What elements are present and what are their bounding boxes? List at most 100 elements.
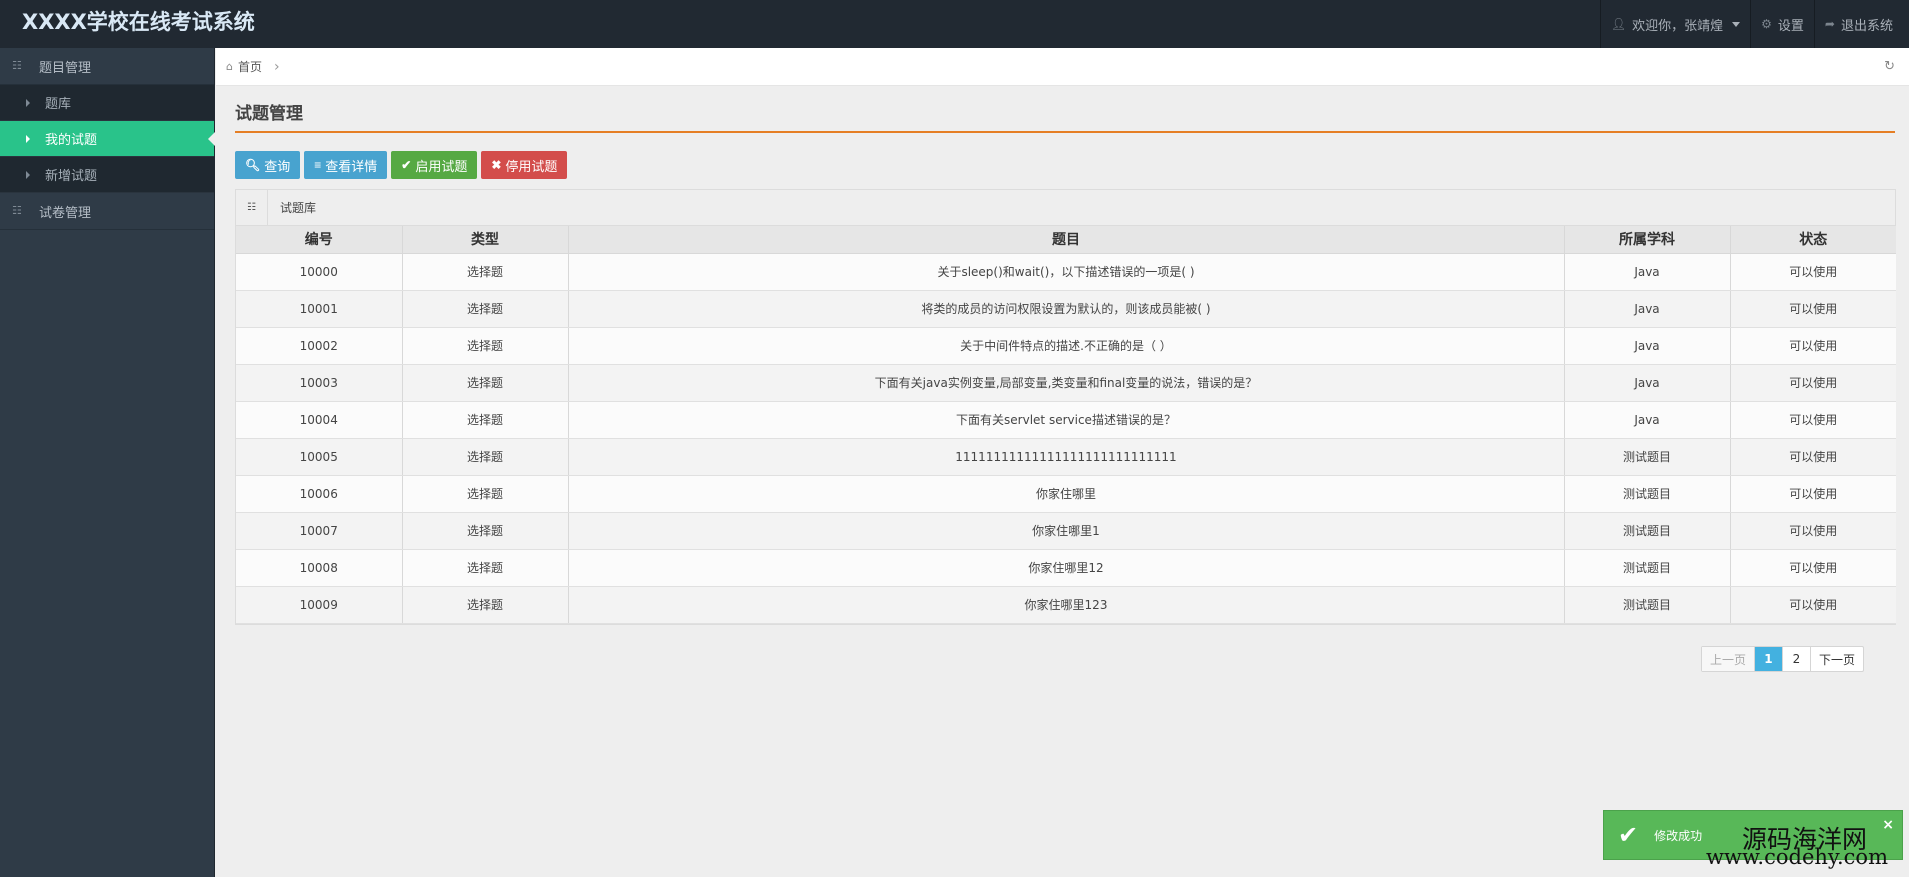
cell-id: 10002 xyxy=(236,327,403,365)
caret-down-icon xyxy=(1732,21,1741,27)
query-button[interactable]: 🔍︎ 查询 xyxy=(235,151,301,179)
app-title[interactable]: XXXX学校在线考试系统 xyxy=(22,8,255,36)
table-row[interactable]: 10007 选择题 你家住哪里1 测试题目 可以使用 xyxy=(236,512,1896,550)
sidebar-item-question-bank[interactable]: 题库 xyxy=(0,85,214,121)
sidebar-group-label: 试卷管理 xyxy=(39,205,92,221)
cell-subject: 测试题目 xyxy=(1564,549,1731,587)
cell-subject: 测试题目 xyxy=(1564,475,1731,513)
cell-type: 选择题 xyxy=(402,586,569,624)
table-row[interactable]: 10005 选择题 11111111111111111111111111111 测试题… xyxy=(236,438,1896,476)
table-row[interactable]: 10008 选择题 你家住哪里12 测试题目 可以使用 xyxy=(236,549,1896,587)
cell-id: 10007 xyxy=(236,512,403,550)
enable-question-button-label: 启用试题 xyxy=(415,158,468,174)
check-icon: ✔ xyxy=(1618,821,1639,849)
disable-question-button-label: 停用试题 xyxy=(505,158,558,174)
column-header-type[interactable]: 类型 xyxy=(402,226,569,254)
column-header-id[interactable]: 编号 xyxy=(236,226,403,254)
logout-link[interactable]: ➦ 退出系统 xyxy=(1813,0,1909,48)
cell-subject: Java xyxy=(1564,327,1731,365)
table-row[interactable]: 10003 选择题 下面有关java实例变量,局部变量,类变量和final变量的说法… xyxy=(236,364,1896,402)
logout-icon: ➦ xyxy=(1824,17,1835,31)
cell-question: 你家住哪里12 xyxy=(568,549,1565,587)
cell-status: 可以使用 xyxy=(1730,327,1896,365)
sidebar-item-label: 新增试题 xyxy=(45,169,98,184)
table-header-row: 编号 类型 题目 所属学科 状态 xyxy=(236,226,1896,254)
table-row[interactable]: 10001 选择题 将类的成员的访问权限设置为默认的，则该成员能被( ) Java 可以… xyxy=(236,290,1896,328)
grid-icon: ☷ xyxy=(12,204,22,217)
cell-subject: 测试题目 xyxy=(1564,586,1731,624)
logout-label: 退出系统 xyxy=(1840,18,1893,34)
sidebar-item-my-questions[interactable]: 我的试题 xyxy=(0,121,215,157)
cell-type: 选择题 xyxy=(402,364,569,402)
column-header-subject[interactable]: 所属学科 xyxy=(1564,226,1731,254)
toast-message: 修改成功 xyxy=(1654,828,1703,843)
user-icon: 👤︎ xyxy=(1610,17,1627,31)
cell-type: 选择题 xyxy=(402,438,569,476)
welcome-text: 欢迎你，张靖煌 xyxy=(1632,18,1724,34)
column-header-status[interactable]: 状态 xyxy=(1730,226,1896,254)
cell-id: 10009 xyxy=(236,586,403,624)
cell-type: 选择题 xyxy=(402,475,569,513)
cell-status: 可以使用 xyxy=(1730,438,1896,476)
times-icon: ✖ xyxy=(491,158,502,172)
cell-type: 选择题 xyxy=(402,327,569,365)
disable-question-button[interactable]: ✖ 停用试题 xyxy=(481,151,568,179)
table-row[interactable]: 10006 选择题 你家住哪里 测试题目 可以使用 xyxy=(236,475,1896,513)
refresh-icon[interactable]: ↻ xyxy=(1884,59,1895,74)
table-row[interactable]: 10004 选择题 下面有关servlet service描述错误的是？ Java 可以… xyxy=(236,401,1896,439)
next-page-button[interactable]: 下一页 xyxy=(1811,647,1863,671)
cell-question: 11111111111111111111111111111 xyxy=(568,438,1565,476)
cell-question: 下面有关servlet service描述错误的是？ xyxy=(568,401,1565,439)
cell-subject: Java xyxy=(1564,364,1731,402)
user-menu[interactable]: 👤︎ 欢迎你，张靖煌 xyxy=(1599,0,1750,48)
caret-right-icon xyxy=(26,134,30,143)
pagination: 上一页 1 2 下一页 xyxy=(1700,646,1864,672)
column-header-question[interactable]: 题目 xyxy=(568,226,1565,254)
toolbar: 🔍︎ 查询 ≡ 查看详情 ✔ 启用试题 ✖ 停用试题 xyxy=(235,151,1895,179)
cell-type: 选择题 xyxy=(402,401,569,439)
cell-subject: 测试题目 xyxy=(1564,512,1731,550)
cell-status: 可以使用 xyxy=(1730,586,1896,624)
cell-question: 关于中间件特点的描述.不正确的是（ ） xyxy=(568,327,1565,365)
watermark-url: www.codehy.com xyxy=(1706,845,1888,869)
navbar-right: 👤︎ 欢迎你，张靖煌 ⚙ 设置 ➦ 退出系统 xyxy=(1599,0,1909,48)
view-details-button[interactable]: ≡ 查看详情 xyxy=(304,151,388,179)
table-row[interactable]: 10002 选择题 关于中间件特点的描述.不正确的是（ ） Java 可以使用 xyxy=(236,327,1896,365)
main-content: 试题管理 🔍︎ 查询 ≡ 查看详情 ✔ 启用试题 ✖ 停用试题 ☷ 试题库 编号… xyxy=(235,86,1896,625)
sidebar-group-exam-management[interactable]: ☷ 试卷管理 xyxy=(0,193,214,230)
home-icon: ⌂ xyxy=(226,60,233,73)
check-icon: ✔ xyxy=(401,158,412,172)
close-icon[interactable]: × xyxy=(1882,817,1894,833)
cell-question: 你家住哪里123 xyxy=(568,586,1565,624)
caret-right-icon xyxy=(26,170,30,179)
cell-question: 你家住哪里 xyxy=(568,475,1565,513)
cell-status: 可以使用 xyxy=(1730,253,1896,291)
grid-icon: ☷ xyxy=(236,189,268,226)
page-2-button[interactable]: 2 xyxy=(1783,647,1811,671)
cell-status: 可以使用 xyxy=(1730,475,1896,513)
settings-link[interactable]: ⚙ 设置 xyxy=(1750,0,1814,48)
table-row[interactable]: 10000 选择题 关于sleep()和wait()，以下描述错误的一项是( ) Ja… xyxy=(236,253,1896,291)
cell-status: 可以使用 xyxy=(1730,364,1896,402)
page-title: 试题管理 xyxy=(235,99,1895,133)
sidebar-group-question-management[interactable]: ☷ 题目管理 xyxy=(0,48,214,85)
cell-id: 10005 xyxy=(236,438,403,476)
breadcrumb-home[interactable]: 首页 xyxy=(238,58,262,75)
enable-question-button[interactable]: ✔ 启用试题 xyxy=(391,151,478,179)
sidebar-group-label: 题目管理 xyxy=(39,60,92,76)
table-row[interactable]: 10009 选择题 你家住哪里123 测试题目 可以使用 xyxy=(236,586,1896,624)
chevron-right-icon: › xyxy=(274,58,280,75)
page-1-button[interactable]: 1 xyxy=(1754,647,1783,671)
cell-question: 将类的成员的访问权限设置为默认的，则该成员能被( ) xyxy=(568,290,1565,328)
prev-page-button[interactable]: 上一页 xyxy=(1701,647,1755,671)
list-icon: ☷ xyxy=(12,59,22,72)
table-caption-bar: ☷ 试题库 xyxy=(236,189,1895,226)
cell-id: 10001 xyxy=(236,290,403,328)
list-icon: ≡ xyxy=(314,158,322,172)
question-table: 编号 类型 题目 所属学科 状态 10000 选择题 关于sleep()和wait(… xyxy=(236,226,1896,624)
cell-type: 选择题 xyxy=(402,512,569,550)
cell-id: 10000 xyxy=(236,253,403,291)
cell-type: 选择题 xyxy=(402,290,569,328)
sidebar-item-new-question[interactable]: 新增试题 xyxy=(0,157,214,193)
cell-status: 可以使用 xyxy=(1730,549,1896,587)
